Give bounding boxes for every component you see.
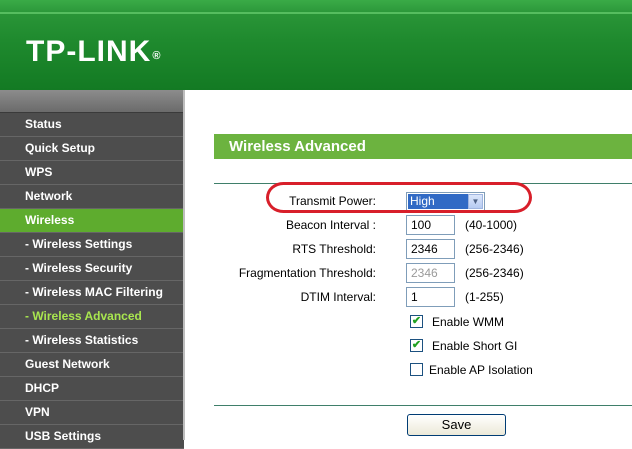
- dtim-interval-input[interactable]: 1: [406, 287, 455, 307]
- enable-short-gi-label: Enable Short GI: [432, 339, 518, 353]
- sidebar-item-wireless-security[interactable]: - Wireless Security: [0, 257, 184, 281]
- sidebar-item-wireless-statistics[interactable]: - Wireless Statistics: [0, 329, 184, 353]
- sidebar-divider: [183, 90, 185, 440]
- fragmentation-threshold-range: (256-2346): [465, 266, 524, 280]
- page-title: Wireless Advanced: [214, 134, 632, 159]
- enable-ap-isolation-row: Enable AP Isolation: [186, 360, 632, 380]
- dtim-interval-label: DTIM Interval:: [300, 290, 376, 304]
- dtim-interval-row: DTIM Interval: 1 (1-255): [186, 287, 632, 309]
- bottom-divider: [214, 405, 632, 406]
- dtim-interval-range: (1-255): [465, 290, 504, 304]
- rts-threshold-input[interactable]: 2346: [406, 239, 455, 259]
- header-banner: TP-LINK®: [0, 0, 632, 90]
- sidebar-item-wireless-settings[interactable]: - Wireless Settings: [0, 233, 184, 257]
- tp-link-logo: TP-LINK®: [26, 34, 161, 70]
- enable-wmm-label: Enable WMM: [432, 315, 505, 329]
- sidebar-item-wireless-mac-filtering[interactable]: - Wireless MAC Filtering: [0, 281, 184, 305]
- enable-ap-isolation-checkbox[interactable]: [410, 363, 423, 376]
- rts-threshold-row: RTS Threshold: 2346 (256-2346): [186, 239, 632, 261]
- beacon-interval-label: Beacon Interval :: [285, 218, 376, 232]
- sidebar-item-vpn[interactable]: VPN: [0, 401, 184, 425]
- main-content: Wireless Advanced Transmit Power: High ▼…: [186, 90, 632, 440]
- rts-threshold-label: RTS Threshold:: [292, 242, 376, 256]
- sidebar-menu: Status Quick Setup WPS Network Wireless …: [0, 90, 184, 449]
- save-button[interactable]: Save: [407, 414, 506, 436]
- enable-wmm-row: ✔ Enable WMM: [186, 312, 632, 332]
- logo-text: TP-LINK: [26, 35, 152, 68]
- fragmentation-threshold-label: Fragmentation Threshold:: [238, 266, 376, 280]
- beacon-interval-input[interactable]: 100: [406, 215, 455, 235]
- sidebar-item-dhcp[interactable]: DHCP: [0, 377, 184, 401]
- sidebar-item-usb-settings[interactable]: USB Settings: [0, 425, 184, 449]
- sidebar-item-wireless-advanced[interactable]: - Wireless Advanced: [0, 305, 184, 329]
- sidebar-item-status[interactable]: Status: [0, 113, 184, 137]
- enable-short-gi-row: ✔ Enable Short GI: [186, 336, 632, 356]
- rts-threshold-range: (256-2346): [465, 242, 524, 256]
- registered-mark: ®: [152, 50, 162, 62]
- annotation-highlight-ring: [266, 182, 532, 213]
- fragmentation-threshold-input[interactable]: 2346: [406, 263, 455, 283]
- beacon-interval-range: (40-1000): [465, 218, 518, 232]
- sidebar-item-guest-network[interactable]: Guest Network: [0, 353, 184, 377]
- sidebar-item-quick-setup[interactable]: Quick Setup: [0, 137, 184, 161]
- header-top-band: [0, 0, 632, 12]
- sidebar-top-spacer: [0, 90, 184, 113]
- fragmentation-threshold-row: Fragmentation Threshold: 2346 (256-2346): [186, 263, 632, 285]
- enable-wmm-checkbox[interactable]: ✔: [410, 315, 423, 328]
- sidebar-item-network[interactable]: Network: [0, 185, 184, 209]
- sidebar-item-wps[interactable]: WPS: [0, 161, 184, 185]
- enable-short-gi-checkbox[interactable]: ✔: [410, 339, 423, 352]
- enable-ap-isolation-label: Enable AP Isolation: [429, 363, 533, 377]
- header-highlight-line: [0, 12, 632, 14]
- sidebar-item-wireless[interactable]: Wireless: [0, 209, 184, 233]
- beacon-interval-row: Beacon Interval : 100 (40-1000): [186, 215, 632, 237]
